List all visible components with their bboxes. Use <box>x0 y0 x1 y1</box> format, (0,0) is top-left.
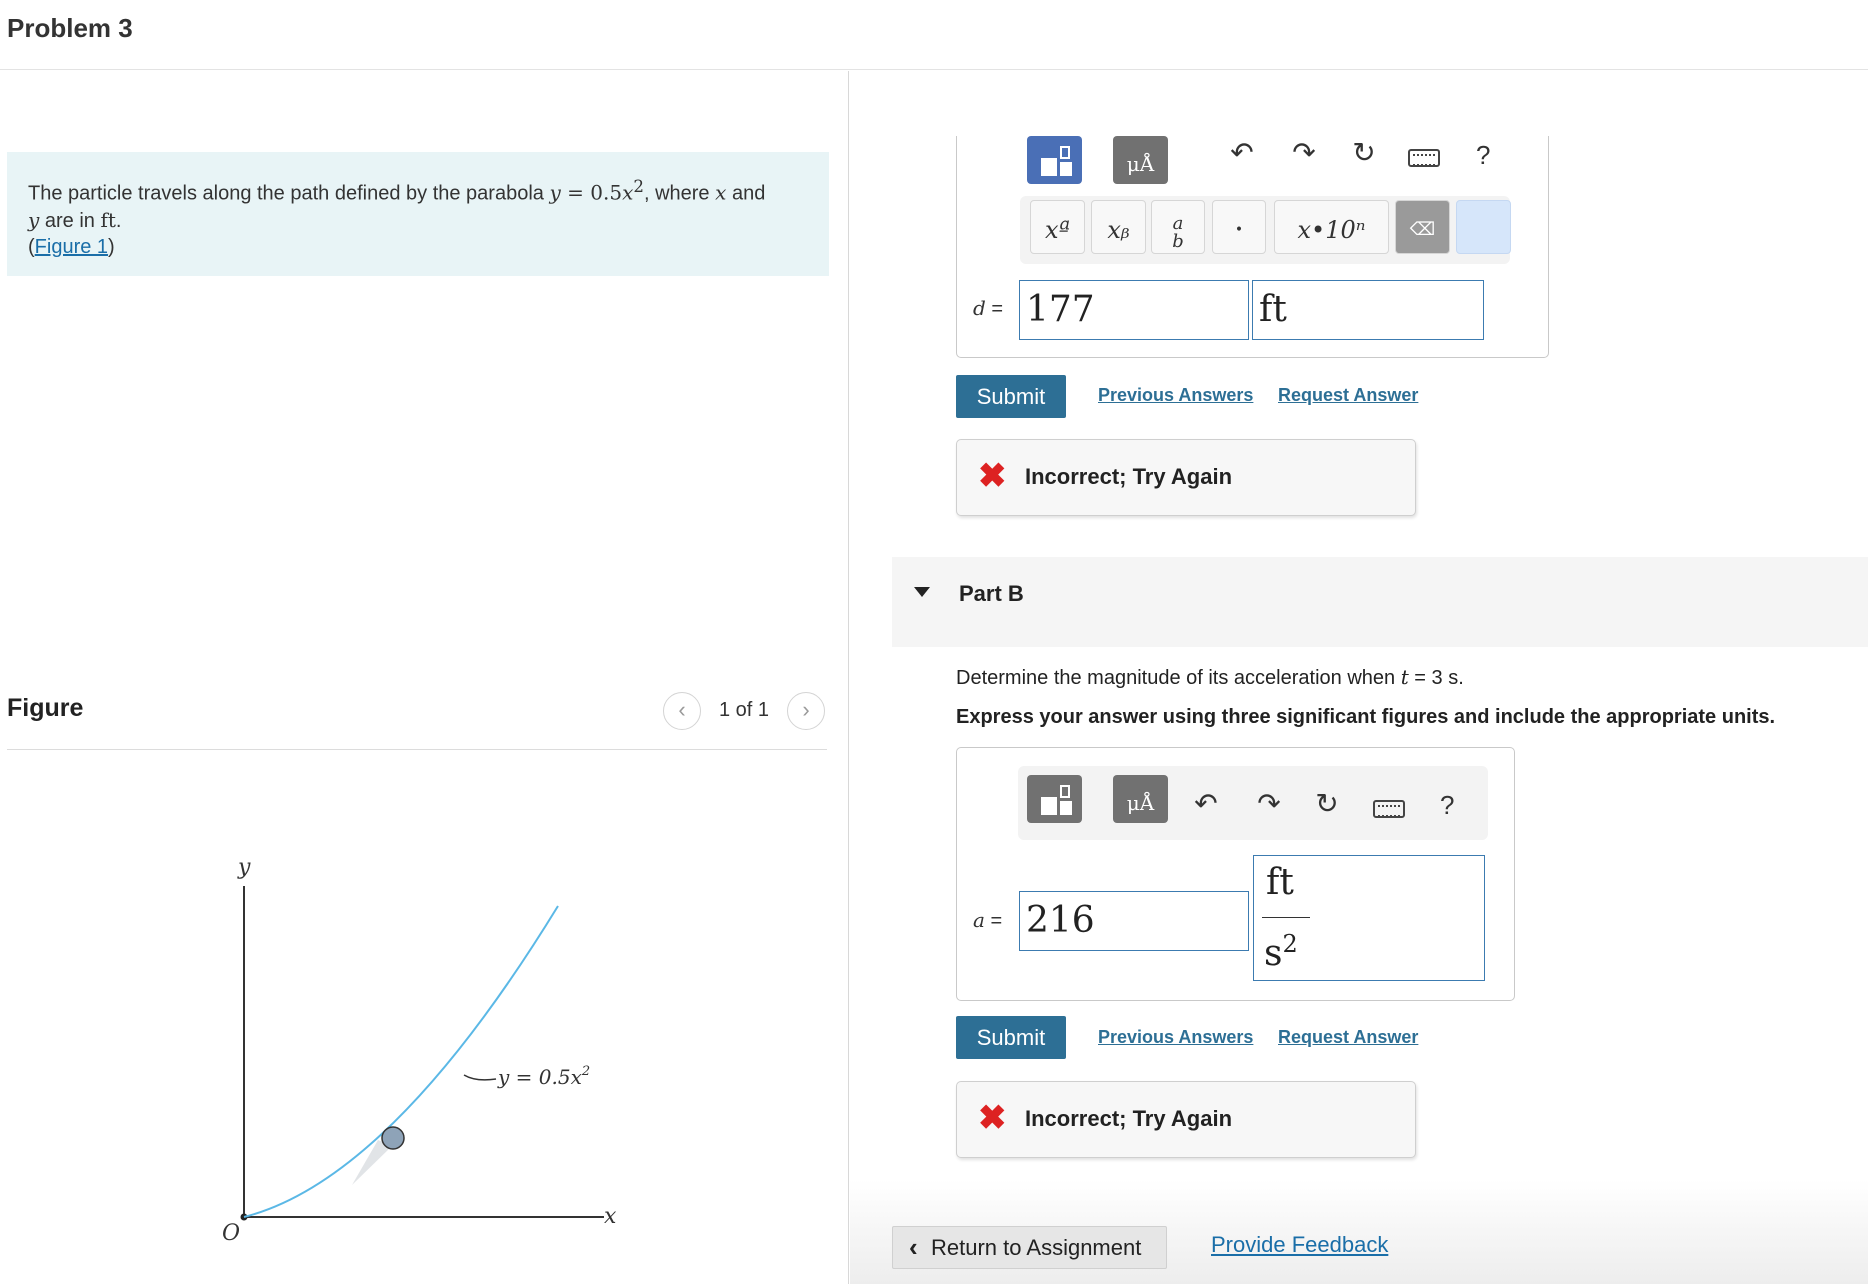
part-a-submit-button[interactable]: Submit <box>956 375 1066 418</box>
return-to-assignment-button[interactable]: ‹ Return to Assignment <box>892 1226 1167 1269</box>
undo-icon[interactable]: ↶ <box>1222 136 1262 169</box>
chevron-left-icon: ‹ <box>909 1232 918 1262</box>
part-b-header[interactable]: Part B <box>892 557 1868 647</box>
units-button[interactable]: μÅ <box>1113 775 1168 823</box>
part-b-submit-button[interactable]: Submit <box>956 1016 1066 1059</box>
part-a-unit-input[interactable]: ft <box>1252 280 1484 340</box>
intro-unit: ft <box>100 207 116 232</box>
part-b-var: a <box>973 908 985 932</box>
template-square-icon <box>1060 785 1070 798</box>
part-b-value-input[interactable]: 216 <box>1019 891 1249 951</box>
x-axis-label: x <box>604 1204 617 1229</box>
reset-icon[interactable]: ↻ <box>1307 787 1347 820</box>
templates-button[interactable] <box>1027 775 1082 823</box>
part-b-feedback-text: Incorrect; Try Again <box>1025 1106 1233 1131</box>
figure-diagram: y x O y = 0.5x2 <box>222 855 617 1246</box>
collapse-triangle-icon <box>914 587 930 597</box>
part-b-feedback: ✖ Incorrect; Try Again <box>956 1081 1416 1158</box>
template-square-icon <box>1060 801 1072 815</box>
part-b-instruction: Express your answer using three signific… <box>956 706 1776 728</box>
var-x: x <box>715 180 727 205</box>
part-a-value-input[interactable]: 177 <box>1019 280 1249 340</box>
intro-text-3: and <box>726 182 766 205</box>
fraction-key[interactable]: a b <box>1151 200 1205 254</box>
return-label: Return to Assignment <box>931 1235 1142 1260</box>
error-icon: ✖ <box>978 1099 1007 1137</box>
problem-header: Problem 3 <box>0 0 1868 70</box>
link-open: ( <box>28 235 35 258</box>
unit-denominator: s2 <box>1264 930 1298 974</box>
part-b-previous-answers-link[interactable]: Previous Answers <box>1098 1027 1253 1048</box>
math-keypad: xª xᵦ a b • x•10ⁿ ⌫ <box>1020 196 1511 264</box>
part-a-request-answer-link[interactable]: Request Answer <box>1278 385 1418 406</box>
eq-mid: = 0.5 <box>560 180 623 205</box>
chevron-right-icon[interactable]: › <box>787 692 825 730</box>
keyboard-toggle-icon[interactable] <box>1456 200 1511 254</box>
subscript-key[interactable]: xᵦ <box>1091 200 1146 254</box>
redo-icon[interactable]: ↷ <box>1284 136 1324 169</box>
part-b-question-1: Determine the magnitude of its accelerat… <box>956 667 1401 689</box>
var-y: y <box>28 207 40 232</box>
link-close: ) <box>108 235 115 258</box>
fraction-bar <box>1262 917 1310 918</box>
template-square-icon <box>1060 146 1070 159</box>
provide-feedback-link[interactable]: Provide Feedback <box>1211 1232 1388 1258</box>
chevron-left-icon[interactable]: ‹ <box>663 692 701 730</box>
undo-icon[interactable]: ↶ <box>1186 787 1226 820</box>
curve-label: y = 0.5x2 <box>497 1064 590 1089</box>
eq-exp: 2 <box>633 177 644 196</box>
delete-key[interactable]: ⌫ <box>1395 200 1450 254</box>
part-b-unit-input[interactable]: ft s2 <box>1253 855 1485 981</box>
template-square-icon <box>1041 797 1057 815</box>
figure-label: Figure <box>7 694 84 722</box>
problem-intro: The particle travels along the path defi… <box>7 152 829 276</box>
parabola-curve <box>243 905 559 1218</box>
reset-icon[interactable]: ↻ <box>1344 136 1384 169</box>
part-b-question: Determine the magnitude of its accelerat… <box>956 665 1464 690</box>
superscript-key[interactable]: xª <box>1030 200 1085 254</box>
unit-numerator: ft <box>1266 862 1294 903</box>
template-square-icon <box>1041 158 1057 176</box>
part-a-eq: = <box>985 298 1004 320</box>
fraction-den: b <box>1172 231 1184 252</box>
figure-header: Figure ‹ 1 of 1 › <box>7 692 827 750</box>
redo-icon[interactable]: ↷ <box>1249 787 1289 820</box>
label-leader <box>463 1074 497 1081</box>
part-b-title: Part B <box>959 581 1024 606</box>
problem-title: Problem 3 <box>7 13 133 43</box>
part-b-var-label: a = <box>973 908 1002 933</box>
origin-label: O <box>222 1221 240 1246</box>
part-a-var: d <box>973 296 986 320</box>
particle <box>381 1126 405 1150</box>
part-a-var-label: d = <box>973 296 1003 321</box>
part-a-feedback: ✖ Incorrect; Try Again <box>956 439 1416 516</box>
part-b-eq: = <box>984 910 1003 932</box>
y-axis-label: y <box>237 855 251 880</box>
eq-var: x <box>622 180 634 205</box>
keyboard-icon[interactable] <box>1408 149 1440 167</box>
eq-lhs: y <box>549 180 561 205</box>
part-b-question-var: t <box>1400 665 1409 689</box>
keyboard-icon[interactable] <box>1373 800 1405 818</box>
help-icon[interactable]: ? <box>1476 140 1490 171</box>
scientific-notation-key[interactable]: x•10ⁿ <box>1274 200 1389 254</box>
units-button[interactable]: μÅ <box>1113 136 1168 184</box>
dot-key[interactable]: • <box>1212 200 1266 254</box>
figure-link[interactable]: Figure 1 <box>35 236 108 258</box>
intro-text-2: , where <box>643 182 716 205</box>
intro-text-1: The particle travels along the path defi… <box>28 182 550 205</box>
intro-text-4: are in <box>39 209 101 232</box>
part-a-feedback-text: Incorrect; Try Again <box>1025 464 1233 489</box>
templates-button[interactable] <box>1027 136 1082 184</box>
template-square-icon <box>1060 162 1072 176</box>
error-icon: ✖ <box>978 457 1007 495</box>
help-icon[interactable]: ? <box>1440 790 1454 821</box>
part-b-request-answer-link[interactable]: Request Answer <box>1278 1027 1418 1048</box>
intro-text-5: . <box>115 209 122 232</box>
part-b-question-2: = 3 s. <box>1408 667 1464 689</box>
figure-counter: 1 of 1 <box>719 699 770 721</box>
part-a-previous-answers-link[interactable]: Previous Answers <box>1098 385 1253 406</box>
